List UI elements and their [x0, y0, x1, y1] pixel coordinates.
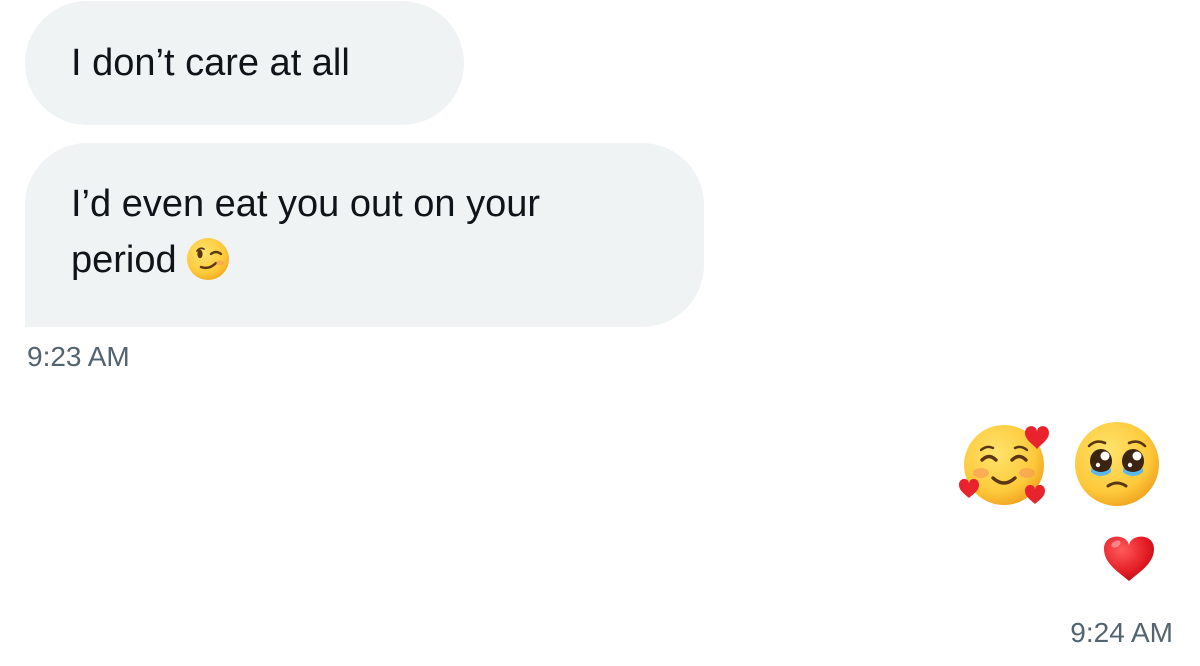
winking-face-emoji: [186, 237, 229, 280]
sent-heart-message[interactable]: [1102, 532, 1156, 582]
smiling-face-with-hearts-emoji: [959, 425, 1049, 505]
message-text: I don’t care at all: [71, 42, 350, 84]
red-heart-emoji: [1104, 536, 1154, 581]
message-text: I’d even eat you out on your: [71, 183, 540, 225]
received-message-bubble[interactable]: I’d even eat you out on your period: [25, 143, 704, 327]
dm-conversation: I don’t care at all I’d even eat you out…: [0, 0, 1200, 666]
received-timestamp: 9:23 AM: [27, 341, 130, 372]
sent-timestamp: 9:24 AM: [1070, 617, 1173, 648]
sent-emoji-message[interactable]: [957, 418, 1163, 512]
received-message-bubble[interactable]: I don’t care at all: [25, 1, 464, 125]
message-text-line-2: period: [71, 232, 664, 288]
pleading-face-emoji: [1075, 422, 1159, 506]
